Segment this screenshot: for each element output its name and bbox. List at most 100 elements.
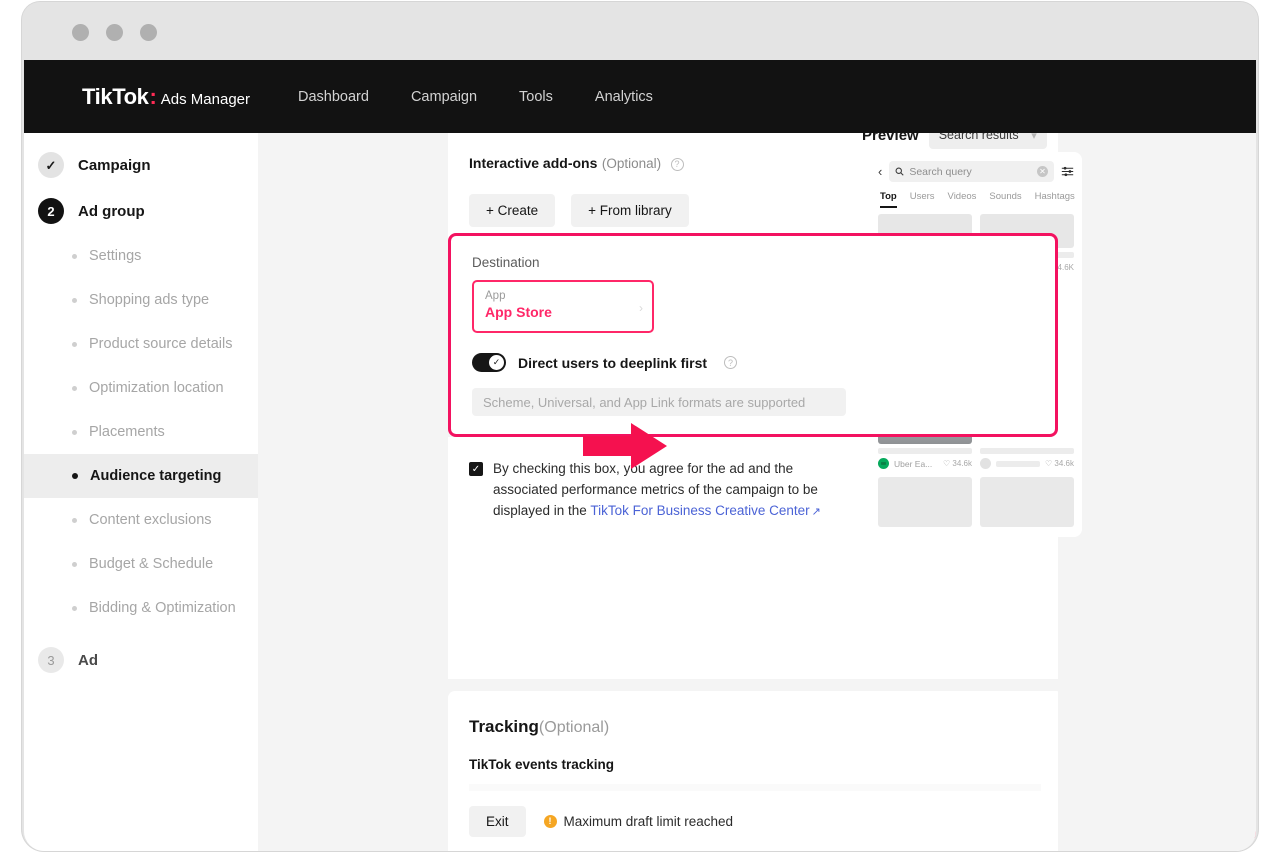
advertiser-name: Uber Ea... bbox=[894, 458, 933, 469]
sidebar-item-bidding-optimization[interactable]: Bidding & Optimization bbox=[24, 586, 258, 630]
nav-link-dashboard[interactable]: Dashboard bbox=[298, 89, 369, 105]
sidebar-item-audience-targeting-label: Audience targeting bbox=[90, 468, 222, 484]
tiktok-ads-manager-logo[interactable]: TikTok: Ads Manager bbox=[82, 84, 250, 110]
filter-settings-icon[interactable] bbox=[1061, 165, 1074, 178]
preview-result-tabs: Top Users Videos Sounds Hashtags bbox=[878, 191, 1075, 208]
sidebar-item-content-exclusions[interactable]: Content exclusions bbox=[24, 498, 258, 542]
preview-placement-dropdown[interactable]: Search results ▾ bbox=[928, 133, 1047, 149]
preview-tab-videos[interactable]: Videos bbox=[948, 191, 977, 208]
from-library-addon-button[interactable]: + From library bbox=[571, 194, 689, 227]
maximize-window-dot[interactable] bbox=[140, 24, 157, 41]
red-pointer-arrow-annotation bbox=[583, 423, 667, 469]
sidebar-item-optimization-location[interactable]: Optimization location bbox=[24, 366, 258, 410]
nav-link-campaign[interactable]: Campaign bbox=[411, 89, 477, 105]
external-link-icon[interactable]: ↗ bbox=[812, 506, 821, 518]
sidebar-item-optimization-location-label: Optimization location bbox=[89, 380, 224, 396]
close-window-dot[interactable] bbox=[72, 24, 89, 41]
deeplink-help-tooltip-icon[interactable]: ? bbox=[724, 356, 738, 369]
sidebar-item-audience-targeting[interactable]: Audience targeting bbox=[24, 454, 258, 498]
bullet-icon bbox=[72, 605, 77, 611]
bullet-icon bbox=[72, 429, 77, 435]
sidebar-item-budget-schedule[interactable]: Budget & Schedule bbox=[24, 542, 258, 586]
bullet-icon bbox=[72, 297, 77, 303]
preview-search-row: ‹ Search query ✕ bbox=[878, 161, 1074, 182]
sidebar-item-bidding-optimization-label: Bidding & Optimization bbox=[89, 600, 236, 616]
toggle-check-icon: ✓ bbox=[489, 355, 504, 370]
back-chevron-icon[interactable]: ‹ bbox=[878, 164, 882, 179]
preview-search-placeholder: Search query bbox=[909, 165, 972, 178]
preview-results-grid-bottom bbox=[878, 477, 1074, 527]
window-titlebar bbox=[22, 2, 1258, 60]
tiktok-events-tracking-label: TikTok events tracking bbox=[469, 757, 615, 772]
preview-title: Preview bbox=[862, 133, 919, 144]
sidebar-item-settings-label: Settings bbox=[89, 248, 142, 264]
sidebar-step-ad[interactable]: 3 Ad bbox=[24, 637, 258, 683]
tracking-title-row: Tracking(Optional) bbox=[469, 717, 1041, 737]
username-placeholder bbox=[996, 460, 1041, 467]
like-count-ad-left: ♡ 34.6k bbox=[943, 459, 972, 468]
window-controls bbox=[72, 24, 157, 41]
brand-subtitle: Ads Manager bbox=[160, 90, 251, 108]
sidebar-step-ad-group[interactable]: 2 Ad group bbox=[24, 188, 258, 234]
preview-search-bar[interactable]: Search query ✕ bbox=[889, 161, 1054, 182]
creative-center-link[interactable]: TikTok For Business Creative Center bbox=[590, 503, 809, 518]
ad-preview-panel: Preview Search results ▾ ‹ Search query bbox=[862, 133, 1256, 851]
destination-label: Destination bbox=[472, 255, 540, 270]
sidebar-step-campaign[interactable]: ✓ Campaign bbox=[24, 142, 258, 188]
advertiser-avatar bbox=[878, 458, 889, 469]
app-destination-select[interactable]: App App Store › bbox=[472, 280, 654, 333]
app-destination-value: App Store bbox=[485, 304, 552, 321]
sidebar-step-ad-group-label: Ad group bbox=[78, 202, 145, 220]
nav-links: Dashboard Campaign Tools Analytics bbox=[298, 89, 653, 105]
top-navigation-bar: TikTok: Ads Manager Dashboard Campaign To… bbox=[24, 60, 1256, 133]
minimize-window-dot[interactable] bbox=[106, 24, 123, 41]
sidebar-item-budget-schedule-label: Budget & Schedule bbox=[89, 556, 214, 572]
preview-tab-hashtags[interactable]: Hashtags bbox=[1035, 191, 1075, 208]
sidebar-item-shopping-ads-type[interactable]: Shopping ads type bbox=[24, 278, 258, 322]
tracking-title: Tracking bbox=[469, 717, 539, 736]
bullet-icon bbox=[72, 561, 77, 567]
application-body: ✓ Campaign 2 Ad group Settings Shopping … bbox=[24, 133, 1256, 851]
nav-link-tools[interactable]: Tools bbox=[519, 89, 553, 105]
ad-meta-row: Uber Ea... ♡ 34.6k bbox=[878, 458, 972, 469]
sidebar-item-content-exclusions-label: Content exclusions bbox=[89, 512, 212, 528]
bullet-icon bbox=[72, 385, 77, 391]
interactive-addons-title: Interactive add-ons bbox=[469, 155, 598, 171]
sidebar-item-product-source-details[interactable]: Product source details bbox=[24, 322, 258, 366]
help-tooltip-icon[interactable]: ? bbox=[670, 157, 684, 171]
tracking-optional-tag: (Optional) bbox=[538, 719, 610, 736]
sidebar-item-shopping-ads-type-label: Shopping ads type bbox=[89, 292, 210, 308]
clear-search-icon[interactable]: ✕ bbox=[1037, 166, 1048, 177]
app-destination-kicker: App bbox=[485, 290, 506, 302]
caption-placeholder bbox=[878, 448, 972, 454]
ad-step-number-badge: 3 bbox=[38, 647, 64, 673]
sidebar-item-settings[interactable]: Settings bbox=[24, 234, 258, 278]
avatar bbox=[980, 458, 991, 469]
exit-button[interactable]: Exit bbox=[469, 805, 526, 837]
deeplink-url-input[interactable] bbox=[472, 388, 846, 416]
video-thumbnail-placeholder[interactable] bbox=[980, 477, 1074, 527]
preview-tab-sounds[interactable]: Sounds bbox=[989, 191, 1021, 208]
search-icon bbox=[895, 167, 904, 176]
brand-tiktok-text: TikTok bbox=[82, 83, 149, 109]
preview-placement-value: Search results bbox=[938, 133, 1019, 142]
chevron-right-icon: › bbox=[639, 301, 643, 315]
result-meta-row: ♡ 34.6k bbox=[980, 458, 1074, 469]
sidebar-item-placements[interactable]: Placements bbox=[24, 410, 258, 454]
deeplink-toggle-switch[interactable]: ✓ bbox=[472, 353, 506, 372]
destination-section-highlight: Destination App App Store › ✓ Direct use… bbox=[448, 233, 1058, 437]
creative-center-consent-checkbox[interactable]: ✓ bbox=[469, 462, 483, 476]
create-addon-button[interactable]: + Create bbox=[469, 194, 556, 227]
deeplink-toggle-row: ✓ Direct users to deeplink first ? bbox=[472, 353, 1033, 372]
sidebar-item-placements-label: Placements bbox=[89, 424, 165, 440]
nav-link-analytics[interactable]: Analytics bbox=[595, 89, 653, 105]
consent-text-block: By checking this box, you agree for the … bbox=[493, 459, 841, 522]
interactive-addons-optional-tag: (Optional) bbox=[601, 156, 662, 171]
sidebar-step-ad-label: Ad bbox=[78, 651, 98, 669]
preview-tab-top[interactable]: Top bbox=[880, 191, 897, 208]
video-thumbnail-placeholder[interactable] bbox=[878, 477, 972, 527]
caption-placeholder bbox=[980, 448, 1074, 454]
preview-tab-users[interactable]: Users bbox=[910, 191, 935, 208]
brand-colon-icon: : bbox=[149, 83, 157, 109]
sidebar-item-product-source-details-label: Product source details bbox=[89, 336, 233, 352]
